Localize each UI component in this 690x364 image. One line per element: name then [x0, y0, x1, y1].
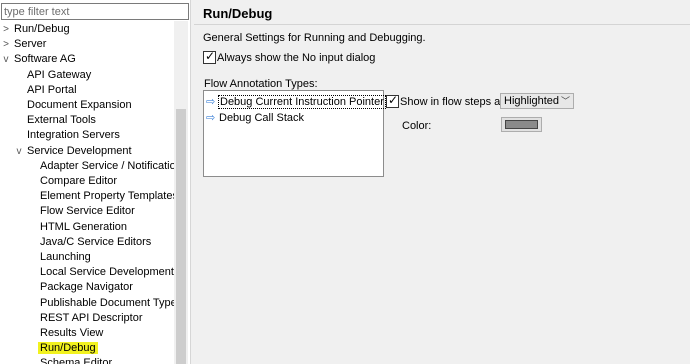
tree-item-label: Adapter Service / Notification: [40, 159, 174, 172]
tree-item-label: Run/Debug: [14, 23, 70, 35]
tree-item[interactable]: Java/C Service Editors: [26, 235, 153, 250]
tree-item-label: Software AG: [14, 53, 76, 66]
tree-item[interactable]: Package Navigator: [26, 280, 135, 295]
tree-item[interactable]: REST API Descriptor: [26, 311, 145, 326]
tree-item[interactable]: Adapter Service / Notification: [26, 159, 174, 174]
tree-item-label: Results View: [40, 327, 104, 339]
tree-item-label: Server: [14, 38, 47, 51]
tree-item[interactable]: Local Service Development: [26, 265, 174, 280]
tree-item-label: Service Development: [27, 144, 132, 157]
show-as-value: Highlighted: [504, 95, 560, 107]
tree-item[interactable]: Run/Debug: [26, 341, 98, 356]
tree-item-label: API Gateway: [27, 68, 92, 81]
tree-item-label: Launching: [40, 251, 91, 263]
tree-item[interactable]: API Gateway: [13, 68, 93, 83]
tree-item-label: Java/C Service Editors: [40, 235, 152, 248]
tree-item[interactable]: HTML Generation: [26, 220, 129, 235]
arrow-icon: ⇨: [206, 112, 216, 124]
tree-item[interactable]: Element Property Templates: [26, 189, 174, 204]
show-in-flow-label: Show in flow steps as:: [400, 96, 509, 108]
tree-item-label: Package Navigator: [40, 281, 133, 294]
tree-item[interactable]: API Portal: [13, 83, 79, 98]
preferences-tree: > Run/Debug > Server v Software AG API Gateway…: [0, 21, 174, 364]
list-item[interactable]: ⇨ Debug Call Stack: [206, 111, 304, 126]
tree-item[interactable]: Compare Editor: [26, 174, 119, 189]
chevron-right-icon[interactable]: >: [0, 37, 12, 52]
tree-item[interactable]: Launching: [26, 250, 93, 265]
always-show-checkbox[interactable]: ✓: [203, 49, 216, 64]
color-swatch: [505, 120, 538, 129]
tree-item-label: API Portal: [27, 83, 77, 96]
tree-item-label: Run/Debug: [38, 342, 98, 355]
tree-item-label: Element Property Templates: [40, 190, 174, 203]
tree-item[interactable]: > Run/Debug: [0, 22, 72, 37]
chevron-down-icon[interactable]: v: [0, 52, 12, 67]
tree-item[interactable]: Results View: [26, 326, 105, 341]
tree-item[interactable]: Publishable Document Type: [26, 296, 174, 311]
tree-item[interactable]: External Tools: [13, 113, 98, 128]
show-as-select[interactable]: Highlighted ﹀: [500, 93, 574, 109]
tree-item[interactable]: Schema Editor: [26, 356, 114, 364]
color-picker-button[interactable]: [501, 117, 542, 132]
tree-item-label: Schema Editor: [40, 357, 113, 364]
page-title: Run/Debug: [203, 6, 273, 21]
tree-item[interactable]: Integration Servers: [13, 128, 122, 143]
show-in-flow-checkbox[interactable]: ✓: [386, 93, 399, 108]
tree-scrollbar-thumb[interactable]: [176, 109, 186, 364]
tree-item-label: Local Service Development: [40, 266, 174, 279]
tree-scrollbar[interactable]: [174, 21, 188, 364]
preferences-tree-panel: >Run/Debug>ServervSoftware AGAPI Gateway…: [0, 0, 190, 364]
tree-item-label: Compare Editor: [40, 175, 118, 187]
checkmark-icon: ✓: [388, 93, 399, 107]
tree-item-label: REST API Descriptor: [40, 311, 143, 324]
checkmark-icon: ✓: [205, 49, 216, 63]
list-item[interactable]: ⇨ Debug Current Instruction Pointer: [206, 95, 386, 110]
filter-input[interactable]: [1, 3, 189, 20]
flow-annotation-types-label: Flow Annotation Types:: [204, 78, 318, 90]
page-description: General Settings for Running and Debuggi…: [203, 32, 426, 44]
tree-item-label: Flow Service Editor: [40, 205, 135, 218]
tree-item-label: Document Expansion: [27, 99, 132, 111]
tree-item-label: Publishable Document Type: [40, 296, 174, 309]
title-separator: [194, 24, 690, 25]
tree-item[interactable]: Flow Service Editor: [26, 204, 137, 219]
panel-divider[interactable]: [190, 0, 191, 364]
chevron-down-icon: ﹀: [560, 96, 570, 106]
always-show-label: Always show the No input dialog: [217, 52, 376, 64]
tree-item[interactable]: v Software AG: [0, 52, 78, 67]
preference-page: Run/Debug General Settings for Running a…: [194, 0, 690, 364]
color-label: Color:: [402, 120, 432, 132]
chevron-down-icon[interactable]: v: [13, 144, 25, 159]
tree-item-label: Integration Servers: [27, 129, 120, 142]
tree-item-label: HTML Generation: [40, 220, 128, 233]
tree-item-label: External Tools: [27, 114, 96, 127]
flow-annotation-types-list[interactable]: ⇨ Debug Current Instruction Pointer ⇨ Debu…: [203, 90, 386, 177]
tree-item[interactable]: v Service Development: [13, 144, 134, 159]
tree-item[interactable]: > Server: [0, 37, 48, 52]
tree-item[interactable]: Document Expansion: [13, 98, 134, 113]
arrow-icon: ⇨: [206, 96, 216, 108]
chevron-right-icon[interactable]: >: [0, 22, 12, 37]
